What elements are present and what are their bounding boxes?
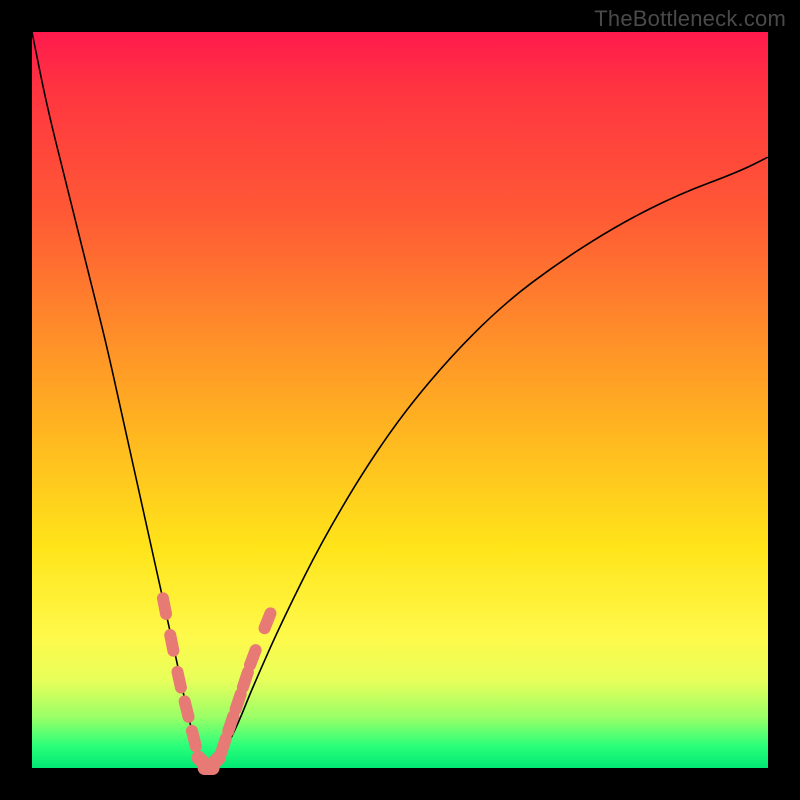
- curve-marker: [185, 724, 203, 754]
- curve-marker: [257, 606, 279, 636]
- curve-marker: [170, 665, 188, 695]
- plot-area: [32, 32, 768, 768]
- watermark-text: TheBottleneck.com: [594, 6, 786, 32]
- curve-layer: [32, 32, 768, 768]
- curve-marker: [163, 628, 180, 658]
- marker-group: [156, 591, 278, 775]
- bottleneck-curve: [32, 32, 768, 766]
- curve-marker: [242, 642, 263, 672]
- curve-marker: [177, 694, 195, 724]
- curve-marker: [156, 591, 173, 621]
- outer-frame: TheBottleneck.com: [0, 0, 800, 800]
